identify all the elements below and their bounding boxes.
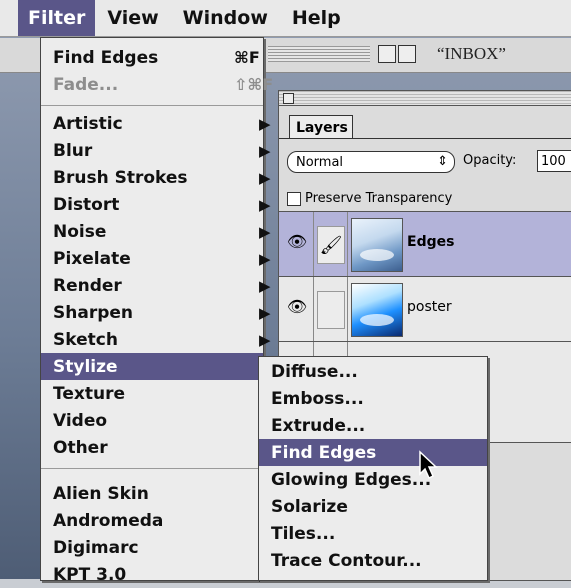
opacity-label: Opacity: — [463, 153, 517, 168]
select-arrows-icon: ⇕ — [437, 154, 448, 169]
menu-divider — [41, 468, 263, 469]
menu-item-label: Distort — [53, 194, 120, 215]
blend-mode-value: Normal — [296, 154, 344, 170]
zoom-box-icon[interactable] — [378, 45, 396, 63]
submenu-arrow-icon: ▶ — [259, 303, 271, 322]
submenu-item-emboss[interactable]: Emboss... — [259, 385, 487, 412]
submenu-arrow-icon: ▶ — [259, 330, 271, 349]
menu-item-label: Alien Skin — [53, 483, 149, 504]
menu-item-label: Digimarc — [53, 537, 139, 558]
menu-item-texture[interactable]: Texture▶ — [41, 380, 271, 407]
preserve-checkbox[interactable] — [287, 191, 301, 206]
tab-divider — [279, 138, 571, 139]
menu-item-shortcut: ⇧⌘F — [234, 75, 274, 94]
menu-item-noise[interactable]: Noise ▶ — [41, 218, 271, 245]
menu-item-stylize[interactable]: Stylize▶ — [41, 353, 271, 380]
menu-item-alien-skin[interactable]: Alien Skin▶ — [41, 480, 271, 507]
menu-item-label: Find Edges — [53, 47, 159, 68]
menu-item-other[interactable]: Other▶ — [41, 434, 271, 461]
submenu-arrow-icon: ▶ — [259, 276, 271, 295]
submenu-item-trace-contour[interactable]: Trace Contour... — [259, 547, 487, 574]
column-divider — [313, 212, 314, 276]
opacity-field[interactable]: 100 — [537, 150, 571, 172]
menu-item-label: Video — [53, 410, 108, 431]
submenu-arrow-icon: ▶ — [259, 195, 271, 214]
layer-row-poster[interactable]: 👁 poster — [279, 277, 571, 342]
blend-mode-select[interactable]: Normal ⇕ — [287, 151, 455, 173]
menu-item-brush-strokes[interactable]: Brush Strokes ▶ — [41, 164, 271, 191]
menu-item-label: Texture — [53, 383, 125, 404]
submenu-item-glowing-edges[interactable]: Glowing Edges... — [259, 466, 487, 493]
palette-titlebar[interactable] — [279, 91, 571, 106]
menu-item-shortcut: ⌘F — [234, 48, 260, 67]
column-divider — [347, 277, 348, 341]
layer-name: Edges — [407, 234, 455, 250]
menu-item-fade: Fade... ⇧⌘F — [41, 71, 273, 98]
submenu-arrow-icon: ▶ — [259, 168, 271, 187]
menu-item-label: Other — [53, 437, 108, 458]
menu-item-blur[interactable]: Blur ▶ — [41, 137, 271, 164]
menu-view[interactable]: View — [95, 0, 170, 36]
submenu-item-diffuse[interactable]: Diffuse... — [259, 358, 487, 385]
filter-menu: Find Edges ⌘F Fade... ⇧⌘F Artistic ▶ Blur… — [40, 37, 273, 585]
menu-item-label: Andromeda — [53, 510, 164, 531]
menu-item-label: Render — [53, 275, 122, 296]
brush-icon[interactable]: 🖌 — [317, 226, 345, 264]
layer-thumbnail — [351, 283, 403, 337]
menu-item-video[interactable]: Video▶ — [41, 407, 271, 434]
menu-item-find-edges[interactable]: Find Edges ⌘F — [41, 44, 263, 71]
eye-icon[interactable]: 👁 — [283, 297, 311, 321]
menu-help[interactable]: Help — [280, 0, 353, 36]
menu-filter[interactable]: Filter — [18, 0, 96, 36]
menu-item-render[interactable]: Render ▶ — [41, 272, 271, 299]
submenu-item-solarize[interactable]: Solarize — [259, 493, 487, 520]
menu-item-label: Pixelate — [53, 248, 131, 269]
column-divider — [347, 212, 348, 276]
submenu-arrow-icon: ▶ — [259, 141, 271, 160]
menu-item-label: Noise — [53, 221, 107, 242]
eye-icon[interactable]: 👁 — [283, 232, 311, 256]
menu-item-label: Artistic — [53, 113, 123, 134]
mouse-pointer-icon — [419, 450, 438, 480]
submenu-arrow-icon: ▶ — [259, 222, 271, 241]
submenu-item-extrude[interactable]: Extrude... — [259, 412, 487, 439]
menu-item-andromeda[interactable]: Andromeda▶ — [41, 507, 271, 534]
window-title: “INBOX” — [437, 44, 506, 63]
menu-item-label: Sharpen — [53, 302, 134, 323]
menu-item-label: Brush Strokes — [53, 167, 188, 188]
menu-item-artistic[interactable]: Artistic ▶ — [41, 110, 271, 137]
menu-item-label: Sketch — [53, 329, 118, 350]
menu-item-pixelate[interactable]: Pixelate ▶ — [41, 245, 271, 272]
palette-close-icon[interactable] — [283, 93, 294, 104]
tab-layers[interactable]: Layers — [289, 115, 353, 139]
submenu-arrow-icon: ▶ — [259, 114, 271, 133]
menu-item-sketch[interactable]: Sketch ▶ — [41, 326, 271, 353]
menu-item-sharpen[interactable]: Sharpen ▶ — [41, 299, 271, 326]
layer-name: poster — [407, 299, 452, 315]
titlebar-stripes — [268, 46, 370, 62]
menu-item-digimarc[interactable]: Digimarc▶ — [41, 534, 271, 561]
layer-row-edges[interactable]: 👁 🖌 Edges — [279, 212, 571, 277]
menu-item-kpt[interactable]: KPT 3.0▶ — [41, 561, 271, 588]
menu-window[interactable]: Window — [171, 0, 280, 36]
layer-thumbnail — [351, 218, 403, 272]
menu-item-distort[interactable]: Distort ▶ — [41, 191, 271, 218]
submenu-arrow-icon: ▶ — [259, 249, 271, 268]
menu-item-label: Stylize — [53, 356, 118, 377]
menu-divider — [41, 105, 263, 106]
column-divider — [313, 277, 314, 341]
preserve-label: Preserve Transparency — [305, 191, 453, 206]
stylize-submenu: Diffuse... Emboss... Extrude... Find Edg… — [258, 356, 488, 581]
submenu-item-tiles[interactable]: Tiles... — [259, 520, 487, 547]
menu-item-label: Fade... — [53, 74, 119, 95]
menu-item-label: Blur — [53, 140, 93, 161]
menu-bar: Filter View Window Help — [0, 0, 571, 37]
link-box[interactable] — [317, 291, 345, 329]
menu-item-label: KPT 3.0 — [53, 564, 127, 585]
collapse-box-icon[interactable] — [398, 45, 416, 63]
submenu-item-find-edges[interactable]: Find Edges — [259, 439, 487, 466]
preserve-transparency[interactable]: Preserve Transparency — [287, 191, 452, 206]
